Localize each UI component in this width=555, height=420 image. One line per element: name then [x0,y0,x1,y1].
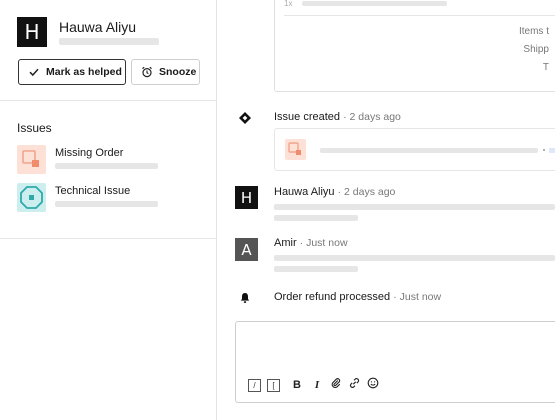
italic-icon[interactable]: I [310,379,324,391]
conversation-timeline: 1x Items t Shipp T Issue created · 2 day… [218,0,555,420]
agent-avatar: A [235,238,258,261]
alarm-clock-icon [142,66,152,78]
issue-subtitle-placeholder [55,163,158,169]
customer-subtitle-placeholder [59,38,159,45]
order-divider [284,15,555,16]
snooze-button[interactable]: Snooze [131,59,200,85]
issue-subtitle-placeholder [55,201,158,207]
event-time: · Just now [393,291,442,303]
bracket-icon[interactable]: [ [267,378,280,392]
issues-heading: Issues [17,121,52,135]
issue-preview-card[interactable] [274,128,555,171]
order-item-quantity: 1x [284,0,293,8]
missing-order-icon [17,145,46,174]
issue-label: Missing Order [55,147,124,159]
event-time: · 2 days ago [343,111,401,123]
message-author: Amir [274,237,297,249]
composer-toolbar: / [ B I [248,376,379,394]
customer-name: Hauwa Aliyu [59,19,137,35]
order-item-name-placeholder [302,1,447,6]
issue-preview-placeholder [320,148,538,153]
attachment-icon[interactable] [330,376,342,394]
timeline-message-header: Hauwa Aliyu · 2 days ago [274,186,395,198]
customer-avatar: H [17,17,47,47]
diamond-icon [235,108,255,128]
issue-item-technical-issue[interactable]: Technical Issue [17,183,207,213]
mark-as-helped-label: Mark as helped [46,66,122,78]
customer-avatar: H [235,186,258,209]
issue-item-missing-order[interactable]: Missing Order [17,145,207,175]
items-total-label: Items t [518,26,549,37]
mark-as-helped-button[interactable]: Mark as helped [18,59,126,85]
message-text-placeholder [274,266,358,272]
shipping-label: Shipp [523,44,549,55]
section-divider [0,100,217,101]
issue-preview-tag-placeholder [549,148,555,153]
issue-label: Technical Issue [55,185,131,197]
check-icon [29,68,39,77]
total-label: T [542,62,549,73]
timeline-message-header: Amir · Just now [274,237,348,249]
event-title: Order refund processed [274,291,391,303]
reply-composer[interactable]: / [ B I [235,321,555,403]
customer-sidebar: H Hauwa Aliyu Mark as helped Snooze Issu… [0,0,217,420]
section-divider [0,238,217,239]
snooze-label: Snooze [159,66,197,78]
timeline-event-issue-created: Issue created · 2 days ago [274,111,401,123]
timeline-event-refund-processed: Order refund processed · Just now [274,291,441,303]
message-text-placeholder [274,215,358,221]
bell-icon [235,288,255,308]
message-text-placeholder [274,204,555,210]
message-text-placeholder [274,255,555,261]
separator-dot [543,149,545,151]
slash-command-icon[interactable]: / [248,378,261,392]
missing-order-icon [285,139,306,160]
message-time: · Just now [299,237,348,249]
emoji-icon[interactable] [367,376,379,394]
technical-issue-icon [17,183,46,212]
message-time: · 2 days ago [337,186,396,198]
link-icon[interactable] [348,376,361,394]
message-author: Hauwa Aliyu [274,186,335,198]
order-summary-card: 1x Items t Shipp T [274,0,555,92]
event-title: Issue created [274,111,341,123]
bold-icon[interactable]: B [290,379,304,391]
